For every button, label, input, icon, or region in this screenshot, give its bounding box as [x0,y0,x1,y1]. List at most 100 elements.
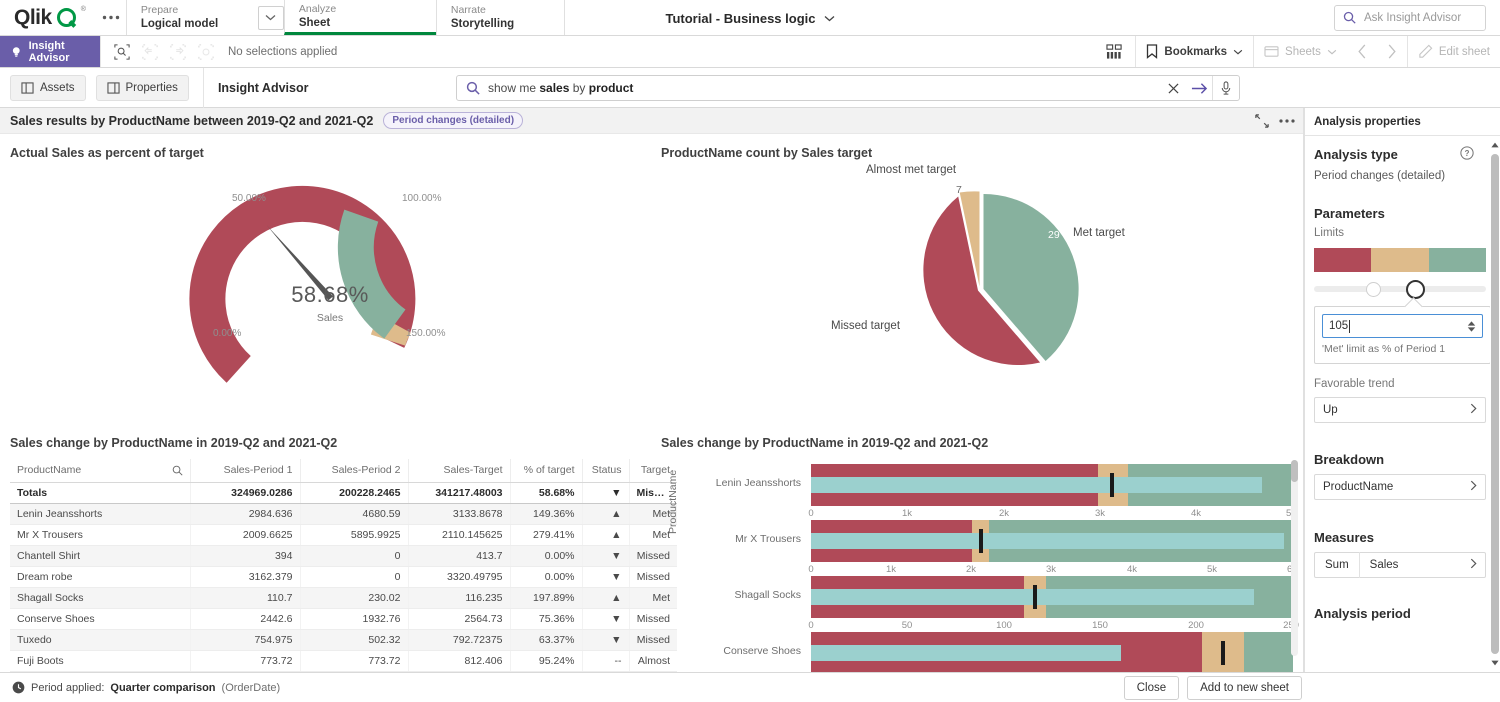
table-row[interactable]: Lenin Jeansshorts 2984.636 4680.59 3133.… [10,504,677,525]
table-row[interactable]: Shagall Socks 110.7 230.02 116.235 197.8… [10,588,677,609]
nav-section-prepare[interactable]: Prepare Logical model [126,0,254,35]
cell-status: ▲ [582,588,629,609]
insight-search-bar[interactable]: show me sales by product [456,75,1240,101]
prepare-dropdown-button[interactable] [258,6,284,30]
insight-advisor-button[interactable]: Insight Advisor [0,36,100,67]
voice-search-button[interactable] [1213,76,1239,100]
parameters-heading: Parameters [1314,206,1488,221]
table-row[interactable]: Conserve Shoes 2442.6 1932.76 2564.73 75… [10,609,677,630]
close-button[interactable]: Close [1124,676,1179,700]
clear-search-button[interactable] [1160,76,1186,100]
bullet-tick: 200 [1188,620,1204,631]
lightbulb-icon [10,45,23,59]
gauge-tick-150: 150.00% [406,328,445,339]
slider-knob-almost[interactable] [1366,282,1381,297]
selections-tool-icon[interactable] [109,41,135,63]
cell-target: 792.72375 [408,630,510,651]
grid-icon [1106,44,1123,60]
add-to-new-sheet-button[interactable]: Add to new sheet [1187,676,1302,700]
measures-heading: Measures [1314,530,1488,545]
col-header-productname[interactable]: ProductName [10,459,190,483]
bullet-scrollbar-track[interactable] [1291,460,1298,656]
stepper-down-icon [1467,327,1476,332]
bullet-tick: 150 [1092,620,1108,631]
cell-status: ▼ [582,567,629,588]
cell-target: 116.235 [408,588,510,609]
microphone-icon [1220,81,1232,96]
search-icon [1343,11,1356,24]
edit-sheet-button[interactable]: Edit sheet [1407,36,1500,67]
limits-slider[interactable] [1314,278,1486,300]
breakdown-select[interactable]: ProductName [1314,474,1486,500]
chevron-right-icon [1470,480,1477,494]
bullet-tick: 4k [1191,508,1201,519]
topbar-spacer [564,0,1334,35]
gauge-chart-title: Actual Sales as percent of target [10,146,655,160]
properties-button[interactable]: Properties [96,75,189,101]
table-row[interactable]: Mr X Trousers 2009.6625 5895.9925 2110.1… [10,525,677,546]
clear-selections-icon[interactable] [193,41,219,63]
qlik-logo[interactable]: Qlik ® [0,0,96,35]
totals-pct: 58.68% [510,483,582,504]
cell-period2: 230.02 [300,588,408,609]
cell-period2: 5895.9925 [300,525,408,546]
col-header-salestarget[interactable]: Sales-Target [408,459,510,483]
col-header-period1[interactable]: Sales-Period 1 [190,459,300,483]
step-forward-icon[interactable] [165,41,191,63]
nav-kicker-analyze: Analyze [299,3,422,16]
totals-label: Totals [10,483,190,504]
table-row[interactable]: Chantell Shirt 394 0 413.7 0.00% ▼ Misse… [10,546,677,567]
help-icon[interactable]: ? [1460,146,1474,163]
cell-pct: 95.24% [510,651,582,672]
collapse-card-icon[interactable] [1255,114,1269,128]
table-row[interactable]: Dream robe 3162.379 0 3320.49795 0.00% ▼… [10,567,677,588]
sales-change-table[interactable]: Sales change by ProductName in 2019-Q2 a… [0,436,655,672]
assets-button[interactable]: Assets [10,75,86,101]
ask-insight-advisor-input[interactable]: Ask Insight Advisor [1334,5,1486,31]
properties-scrollbar-track[interactable] [1490,136,1500,672]
pie-body: Almost met target 7 Met target 29 Missed… [661,160,1301,410]
app-grid-button[interactable] [1094,44,1135,60]
table-row[interactable]: Fuji Boots 773.72 773.72 812.406 95.24% … [10,651,677,672]
card-overflow-menu-icon[interactable] [1279,119,1295,123]
step-back-icon[interactable] [137,41,163,63]
bullet-scrollbar-thumb[interactable] [1291,460,1298,482]
col-header-period2[interactable]: Sales-Period 2 [300,459,408,483]
col-header-pctoftarget[interactable]: % of target [510,459,582,483]
more-menu-button[interactable] [96,0,126,35]
bullet-category-label: Conserve Shoes [671,645,801,657]
column-search-icon[interactable] [172,465,183,476]
nav-section-analyze[interactable]: Analyze Sheet [284,0,436,35]
table-row[interactable]: Tuxedo 754.975 502.32 792.72375 63.37% ▼… [10,630,677,651]
favorable-trend-select[interactable]: Up [1314,397,1486,423]
cell-period1: 2009.6625 [190,525,300,546]
next-sheet-button[interactable] [1377,36,1407,67]
bullet-tick: 100 [996,620,1012,631]
measure-select[interactable]: Sum Sales [1314,552,1486,578]
limit-number-input[interactable]: 105 [1322,314,1483,338]
pie-label-almost: Almost met target [866,164,956,176]
nav-section-narrate[interactable]: Narrate Storytelling [436,0,564,35]
gauge-chart[interactable]: Actual Sales as percent of target [0,146,655,436]
insight-advisor-toolbar: Assets Properties Insight Advisor show m… [0,68,1500,108]
gauge-tick-50: 50.00% [232,193,266,204]
slider-track[interactable] [1314,286,1486,292]
submit-search-button[interactable] [1186,76,1212,100]
bullet-chart[interactable]: Sales change by ProductName in 2019-Q2 a… [655,436,1304,672]
bookmarks-button[interactable]: Bookmarks [1135,36,1253,67]
sheets-button[interactable]: Sheets [1253,36,1347,67]
insight-card-actions [1255,114,1295,128]
bullet-category-label: Mr X Trousers [671,533,801,545]
number-stepper[interactable] [1467,321,1476,332]
limit-value-popover: 105 'Met' limit as % of Period 1 [1314,306,1491,364]
scroll-up-arrow-icon[interactable] [1490,138,1500,152]
properties-scrollbar-thumb[interactable] [1491,154,1499,654]
scroll-down-arrow-icon[interactable] [1490,656,1500,670]
slider-knob-met[interactable] [1406,280,1425,299]
previous-sheet-button[interactable] [1347,36,1377,67]
col-header-status[interactable]: Status [582,459,629,483]
favorable-trend-label: Favorable trend [1314,378,1488,390]
nav-label-logical-model: Logical model [141,17,240,31]
pie-chart[interactable]: ProductName count by Sales target [655,146,1304,436]
cell-status: ▼ [582,630,629,651]
